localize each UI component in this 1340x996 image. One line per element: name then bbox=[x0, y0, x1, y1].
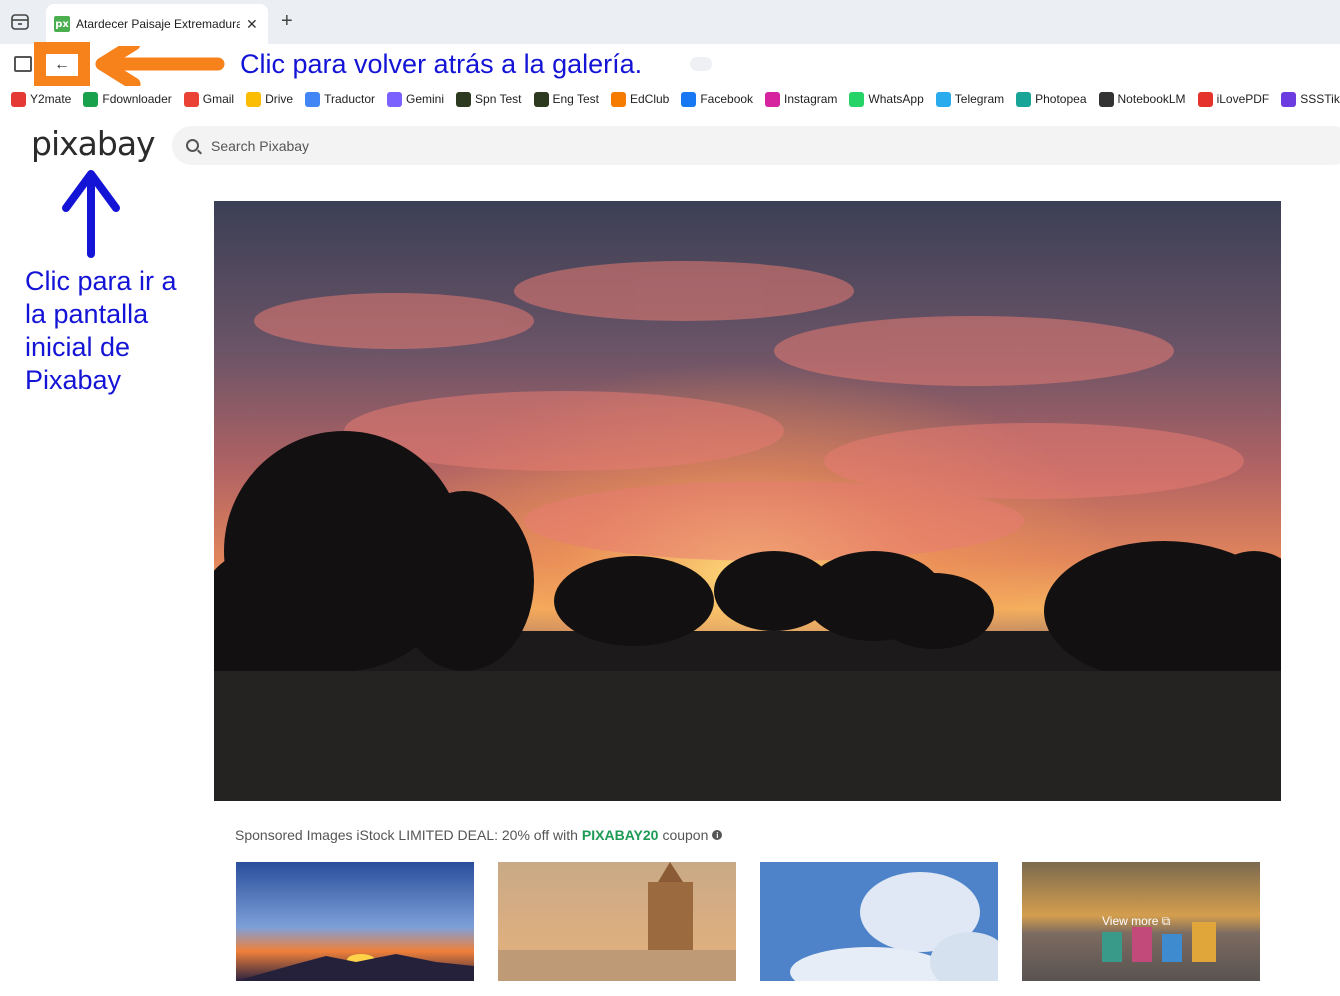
bookmark-item[interactable]: NotebookLM bbox=[1098, 91, 1186, 107]
bookmark-item[interactable]: iLovePDF bbox=[1197, 91, 1270, 107]
browser-tab-active[interactable]: px Atardecer Paisaje Extremadura · ✕ bbox=[46, 4, 268, 44]
bookmark-item[interactable]: EdClub bbox=[610, 91, 670, 107]
bookmark-label: SSSTik bbox=[1300, 92, 1340, 106]
bookmark-label: Instagram bbox=[784, 92, 838, 106]
back-arrow-icon: ← bbox=[54, 56, 70, 73]
bookmark-favicon-icon bbox=[935, 91, 951, 107]
back-button[interactable]: ← bbox=[46, 54, 78, 76]
pixabay-logo[interactable]: pixabay bbox=[31, 124, 156, 163]
bookmark-favicon-icon bbox=[1098, 91, 1114, 107]
bookmark-favicon-icon bbox=[681, 91, 697, 107]
bookmark-item[interactable]: Photopea bbox=[1016, 91, 1087, 107]
bookmark-favicon-icon bbox=[83, 91, 99, 107]
bookmark-label: Y2mate bbox=[30, 92, 72, 106]
coupon-code[interactable]: PIXABAY20 bbox=[582, 827, 659, 843]
sponsored-thumbnails: View more ⧉ bbox=[236, 862, 1260, 981]
annotation-arrow-left-icon bbox=[95, 46, 225, 86]
bookmark-item[interactable]: Drive bbox=[246, 91, 294, 107]
bookmark-favicon-icon bbox=[849, 91, 865, 107]
bookmark-label: Gmail bbox=[202, 92, 235, 106]
sidebar-toggle-icon[interactable] bbox=[14, 56, 32, 72]
bookmark-label: Gemini bbox=[406, 92, 445, 106]
bookmark-favicon-icon bbox=[11, 91, 26, 107]
view-more-link[interactable]: View more ⧉ bbox=[1102, 914, 1170, 929]
bookmark-item[interactable]: Traductor bbox=[305, 91, 375, 107]
bookmark-label: Facebook bbox=[700, 92, 754, 106]
bookmark-item[interactable]: WhatsApp bbox=[849, 91, 924, 107]
annotation-back-text: Clic para volver atrás a la galería. bbox=[240, 49, 643, 79]
annotation-arrow-up-icon bbox=[62, 170, 120, 258]
bookmark-favicon-icon bbox=[183, 91, 199, 107]
bookmark-item[interactable]: Gemini bbox=[387, 91, 445, 107]
bookmark-item[interactable]: Facebook bbox=[681, 91, 754, 107]
tab-search-icon[interactable] bbox=[10, 12, 30, 32]
sponsored-thumbnail[interactable] bbox=[498, 862, 736, 981]
bookmark-item[interactable]: Telegram bbox=[935, 91, 1005, 107]
new-tab-icon[interactable]: + bbox=[281, 11, 293, 31]
bookmark-label: Fdownloader bbox=[102, 92, 172, 106]
bookmark-label: WhatsApp bbox=[868, 92, 924, 106]
bookmark-favicon-icon bbox=[387, 91, 402, 107]
bookmark-favicon-icon bbox=[765, 91, 781, 107]
bookmark-favicon-icon bbox=[1197, 91, 1213, 107]
bookmark-label: Drive bbox=[265, 92, 294, 106]
bookmark-item[interactable]: Gmail bbox=[183, 91, 235, 107]
sponsored-text: Sponsored Images iStock LIMITED DEAL: 20… bbox=[235, 827, 578, 843]
sponsored-thumbnail[interactable] bbox=[236, 862, 474, 981]
pixabay-favicon-icon: px bbox=[54, 16, 70, 32]
bookmark-favicon-icon bbox=[305, 91, 321, 107]
annotation-home-text: Clic para ir a la pantalla inicial de Pi… bbox=[25, 266, 177, 395]
bookmark-item[interactable]: Spn Test bbox=[456, 91, 522, 107]
bookmark-label: Photopea bbox=[1035, 92, 1087, 106]
bookmark-label: iLovePDF bbox=[1216, 92, 1270, 106]
browser-tab-strip: px Atardecer Paisaje Extremadura · ✕ + bbox=[0, 0, 1340, 44]
bookmarks-bar: Y2mate Fdownloader Gmail Drive Traductor Gemi… bbox=[0, 86, 1340, 112]
bookmark-item[interactable]: Fdownloader bbox=[83, 91, 172, 107]
bookmark-label: Traductor bbox=[324, 92, 375, 106]
browser-toolbar: ← Clic para volver atrás a la galería. bbox=[0, 42, 1340, 86]
address-bar[interactable] bbox=[690, 57, 712, 71]
main-sunset-photo[interactable] bbox=[214, 201, 1281, 801]
bookmark-favicon-icon bbox=[1281, 91, 1297, 107]
tab-title: Atardecer Paisaje Extremadura · bbox=[76, 17, 240, 31]
bookmark-favicon-icon bbox=[533, 91, 549, 107]
bookmark-favicon-icon bbox=[610, 91, 626, 107]
bookmark-label: NotebookLM bbox=[1117, 92, 1186, 106]
bookmark-label: Eng Test bbox=[552, 92, 599, 106]
search-icon bbox=[186, 139, 199, 152]
bookmark-favicon-icon bbox=[1016, 91, 1032, 107]
bookmark-item[interactable]: Instagram bbox=[765, 91, 838, 107]
tab-close-icon[interactable]: ✕ bbox=[246, 16, 258, 33]
bookmark-item[interactable]: Eng Test bbox=[533, 91, 599, 107]
bookmark-label: Telegram bbox=[954, 92, 1005, 106]
bookmark-item[interactable]: SSSTik bbox=[1281, 91, 1340, 107]
sponsored-thumbnail[interactable]: View more ⧉ bbox=[1022, 862, 1260, 981]
bookmark-label: EdClub bbox=[629, 92, 670, 106]
search-bar[interactable] bbox=[172, 126, 1340, 165]
search-input[interactable] bbox=[211, 137, 611, 154]
coupon-suffix: coupon bbox=[662, 827, 709, 843]
info-icon[interactable]: i bbox=[712, 830, 723, 840]
bookmark-label: Spn Test bbox=[475, 92, 522, 106]
sponsored-thumbnail[interactable] bbox=[760, 862, 998, 981]
bookmark-item[interactable]: Y2mate bbox=[11, 91, 72, 107]
bookmark-favicon-icon bbox=[456, 91, 472, 107]
bookmark-favicon-icon bbox=[246, 91, 262, 107]
sponsored-banner: Sponsored Images iStock LIMITED DEAL: 20… bbox=[235, 827, 723, 843]
